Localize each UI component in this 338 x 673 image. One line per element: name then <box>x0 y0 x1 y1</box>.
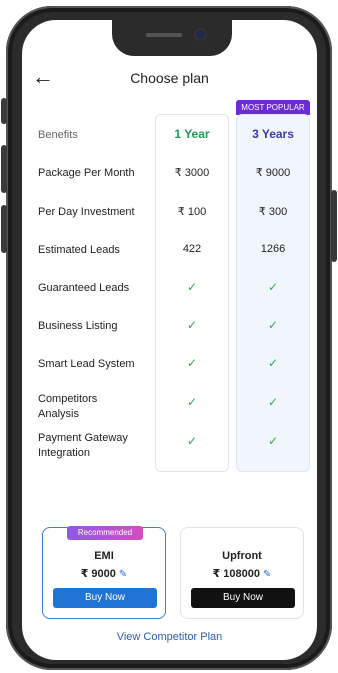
upfront-price-row: ₹ 108000 ✎ <box>181 567 303 580</box>
check-icon: ✓ <box>186 356 198 370</box>
check-icon: ✓ <box>186 434 198 448</box>
most-popular-badge: MOST POPULAR <box>236 100 310 115</box>
benefits-label: Benefits <box>38 129 78 141</box>
value-3-years: 1266 <box>260 243 286 255</box>
row-label: Estimated Leads <box>38 244 120 256</box>
value-3-years: ₹ 300 <box>258 206 288 218</box>
row-label: Payment Gateway Integration <box>38 432 128 459</box>
screen: ← Choose plan MOST POPULAR Benefits 1 Ye… <box>22 20 317 660</box>
table-row: Estimated Leads 422 1266 <box>22 241 317 271</box>
row-label: Competitors Analysis <box>38 393 98 420</box>
table-row: Package Per Month ₹ 3000 ₹ 9000 <box>22 164 317 194</box>
check-icon: ✓ <box>186 280 198 294</box>
upfront-title: Upfront <box>222 550 262 562</box>
header: ← Choose plan <box>22 66 317 92</box>
row-label: Guaranteed Leads <box>38 282 130 294</box>
notch <box>112 20 232 56</box>
check-icon: ✓ <box>186 395 198 409</box>
table-row: Guaranteed Leads ✓ ✓ <box>22 279 317 309</box>
value-1-year: 422 <box>182 243 202 255</box>
mute-switch <box>1 98 7 124</box>
emi-buy-now-button[interactable]: Buy Now <box>53 588 157 608</box>
table-row: Payment Gateway Integration ✓ ✓ <box>22 431 317 465</box>
emi-card[interactable]: Recommended EMI ₹ 9000 ✎ Buy Now <box>42 526 166 619</box>
volume-up-button <box>1 145 7 193</box>
volume-down-button <box>1 205 7 253</box>
emi-title: EMI <box>94 550 114 562</box>
value-1-year: ₹ 3000 <box>174 167 210 179</box>
speaker <box>146 33 182 37</box>
check-icon: ✓ <box>186 318 198 332</box>
power-button <box>331 190 337 262</box>
value-3-years: ₹ 9000 <box>255 167 291 179</box>
emi-price: ₹ 9000 <box>80 568 116 580</box>
table-row: Competitors Analysis ✓ ✓ <box>22 392 317 426</box>
row-label: Per Day Investment <box>38 206 135 218</box>
page-title: Choose plan <box>130 70 209 86</box>
table-row: Smart Lead System ✓ ✓ <box>22 355 317 385</box>
row-label: Package Per Month <box>38 167 135 179</box>
emi-price-row: ₹ 9000 ✎ <box>43 567 165 580</box>
pencil-icon[interactable]: ✎ <box>263 569 271 580</box>
table-header-row: Benefits 1 Year 3 Years <box>22 125 317 155</box>
upfront-card[interactable]: Upfront ₹ 108000 ✎ Buy Now <box>180 527 304 619</box>
plan-1-year-label: 1 Year <box>174 127 210 141</box>
row-label: Business Listing <box>38 320 118 332</box>
check-icon: ✓ <box>267 395 279 409</box>
check-icon: ✓ <box>267 280 279 294</box>
pencil-icon[interactable]: ✎ <box>119 569 127 580</box>
row-label: Smart Lead System <box>38 358 135 370</box>
table-row: Per Day Investment ₹ 100 ₹ 300 <box>22 203 317 233</box>
camera <box>196 30 205 39</box>
recommended-badge: Recommended <box>67 526 143 540</box>
check-icon: ✓ <box>267 318 279 332</box>
view-competitor-plan-link[interactable]: View Competitor Plan <box>22 631 317 643</box>
value-1-year: ₹ 100 <box>177 206 207 218</box>
check-icon: ✓ <box>267 356 279 370</box>
check-icon: ✓ <box>267 434 279 448</box>
upfront-buy-now-button[interactable]: Buy Now <box>191 588 295 608</box>
table-row: Business Listing ✓ ✓ <box>22 317 317 347</box>
upfront-price: ₹ 108000 <box>212 568 261 580</box>
plan-3-years-label: 3 Years <box>252 127 294 141</box>
